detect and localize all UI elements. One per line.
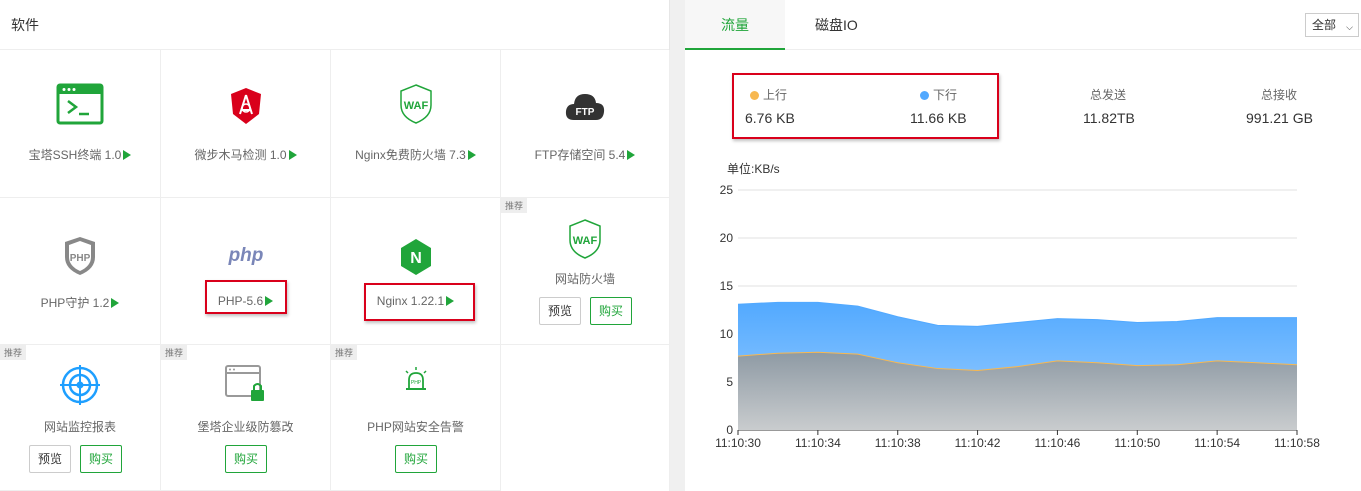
waf-icon: WAF (399, 84, 432, 124)
y-tick-label: 25 (720, 183, 734, 197)
svg-text:PHP: PHP (410, 380, 421, 386)
waf-icon: WAF (569, 219, 601, 259)
buy-button[interactable]: 购买 (80, 445, 123, 473)
software-label: 堡塔企业级防篡改 (197, 420, 294, 434)
software-title: 软件 (0, 0, 669, 50)
window-lock-icon (224, 365, 264, 401)
play-icon[interactable] (627, 150, 636, 160)
software-label: 宝塔SSH终端 1.0 (28, 148, 122, 162)
chevron-down-icon: ⌵ (1346, 22, 1353, 32)
php-icon: php (227, 245, 263, 266)
y-tick-label: 20 (720, 231, 734, 245)
x-tick-label: 11:10:42 (955, 436, 1001, 450)
buy-button[interactable]: 购买 (395, 445, 438, 473)
buy-button[interactable]: 购买 (590, 297, 633, 325)
y-tick-label: 5 (726, 375, 733, 389)
traffic-panel: 流量 磁盘IO 全部 ⌵ 上行 6.76 KB 下行 11.66 KB 总发送 … (685, 0, 1361, 491)
total-sent-label: 总发送 (1090, 88, 1127, 102)
interface-select[interactable]: 全部 ⌵ (1305, 13, 1359, 37)
software-item-tamper-proof[interactable]: 推荐 堡塔企业级防篡改 购买 (161, 345, 331, 491)
recommend-tag: 推荐 (0, 345, 27, 360)
ftp-cloud-icon: FTP (565, 94, 605, 120)
monitor-target-icon (60, 365, 100, 405)
svg-text:php: php (227, 245, 263, 266)
chart-unit-label: 单位:KB/s (727, 162, 780, 176)
tab-disk-io[interactable]: 磁盘IO (815, 0, 858, 50)
svg-text:N: N (410, 250, 422, 267)
x-tick-label: 11:10:54 (1194, 436, 1240, 450)
play-icon[interactable] (123, 150, 132, 160)
x-tick-label: 11:10:46 (1035, 436, 1081, 450)
software-panel: 软件 宝塔SSH终端 1.0 微步木马检测 1.0 WAF Nginx免费防火墙… (0, 0, 670, 491)
buy-button[interactable]: 购买 (225, 445, 268, 473)
software-label: 网站防火墙 (554, 272, 615, 286)
play-icon[interactable] (288, 150, 297, 160)
php-shield-icon: PHP (65, 237, 95, 275)
x-tick-label: 11:10:30 (715, 436, 761, 450)
recommend-tag: 推荐 (501, 198, 528, 213)
software-item-nginx-waf[interactable]: WAF Nginx免费防火墙 7.3 (331, 50, 501, 198)
highlight-box (364, 283, 475, 321)
x-tick-label: 11:10:50 (1114, 436, 1160, 450)
svg-text:WAF: WAF (403, 100, 428, 112)
software-label: PHP网站安全告警 (367, 420, 464, 434)
nginx-icon: N (400, 239, 431, 275)
svg-text:WAF: WAF (573, 235, 598, 247)
software-label: 微步木马检测 1.0 (194, 148, 287, 162)
play-icon[interactable] (111, 298, 120, 308)
software-label: PHP守护 1.2 (40, 296, 110, 310)
software-item-ssh[interactable]: 宝塔SSH终端 1.0 (0, 50, 161, 198)
software-item-nginx[interactable]: N Nginx 1.22.1 (331, 198, 501, 345)
preview-button[interactable]: 预览 (539, 297, 582, 325)
software-item-site-waf[interactable]: 推荐 WAF 网站防火墙 预览 购买 (501, 198, 670, 345)
y-tick-label: 15 (720, 279, 734, 293)
total-recv-value: 991.21 GB (1246, 110, 1313, 126)
software-label: FTP存储空间 5.4 (534, 148, 626, 162)
recommend-tag: 推荐 (161, 345, 188, 360)
traffic-chart: 0 5 10 15 20 25 11:10:30 11:10:34 11:10:38 11:10:… (715, 183, 1320, 450)
total-recv-label: 总接收 (1261, 88, 1298, 102)
terminal-icon (56, 83, 104, 125)
tab-traffic[interactable]: 流量 (685, 0, 785, 50)
shield-icon (230, 88, 261, 124)
highlight-box (205, 280, 287, 314)
svg-text:PHP: PHP (70, 253, 91, 264)
alarm-icon: PHP (404, 367, 427, 390)
svg-text:FTP: FTP (576, 107, 595, 118)
software-label: 网站监控报表 (43, 420, 116, 434)
highlight-box (732, 73, 999, 139)
software-item-threat-detect[interactable]: 微步木马检测 1.0 (161, 50, 331, 198)
total-sent-value: 11.82TB (1083, 110, 1135, 126)
software-label: Nginx免费防火墙 7.3 (355, 148, 466, 162)
empty-cell (501, 345, 670, 491)
interface-select-value: 全部 (1312, 18, 1337, 32)
software-item-php56[interactable]: php PHP-5.6 (161, 198, 331, 345)
play-icon[interactable] (467, 150, 476, 160)
traffic-tabs: 流量 磁盘IO 全部 ⌵ (685, 0, 1361, 50)
software-item-php-guard[interactable]: PHP PHP守护 1.2 (0, 198, 161, 345)
preview-button[interactable]: 预览 (29, 445, 72, 473)
y-tick-label: 10 (720, 327, 734, 341)
software-item-php-alarm[interactable]: 推荐 PHP PHP网站安全告警 购买 (331, 345, 501, 491)
x-tick-label: 11:10:58 (1274, 436, 1320, 450)
x-tick-label: 11:10:38 (875, 436, 921, 450)
recommend-tag: 推荐 (331, 345, 358, 360)
x-tick-label: 11:10:34 (795, 436, 841, 450)
software-item-ftp[interactable]: FTP FTP存储空间 5.4 (501, 50, 670, 198)
software-item-site-monitor[interactable]: 推荐 网站监控报表 预览 购买 (0, 345, 161, 491)
y-tick-label: 0 (726, 423, 733, 437)
